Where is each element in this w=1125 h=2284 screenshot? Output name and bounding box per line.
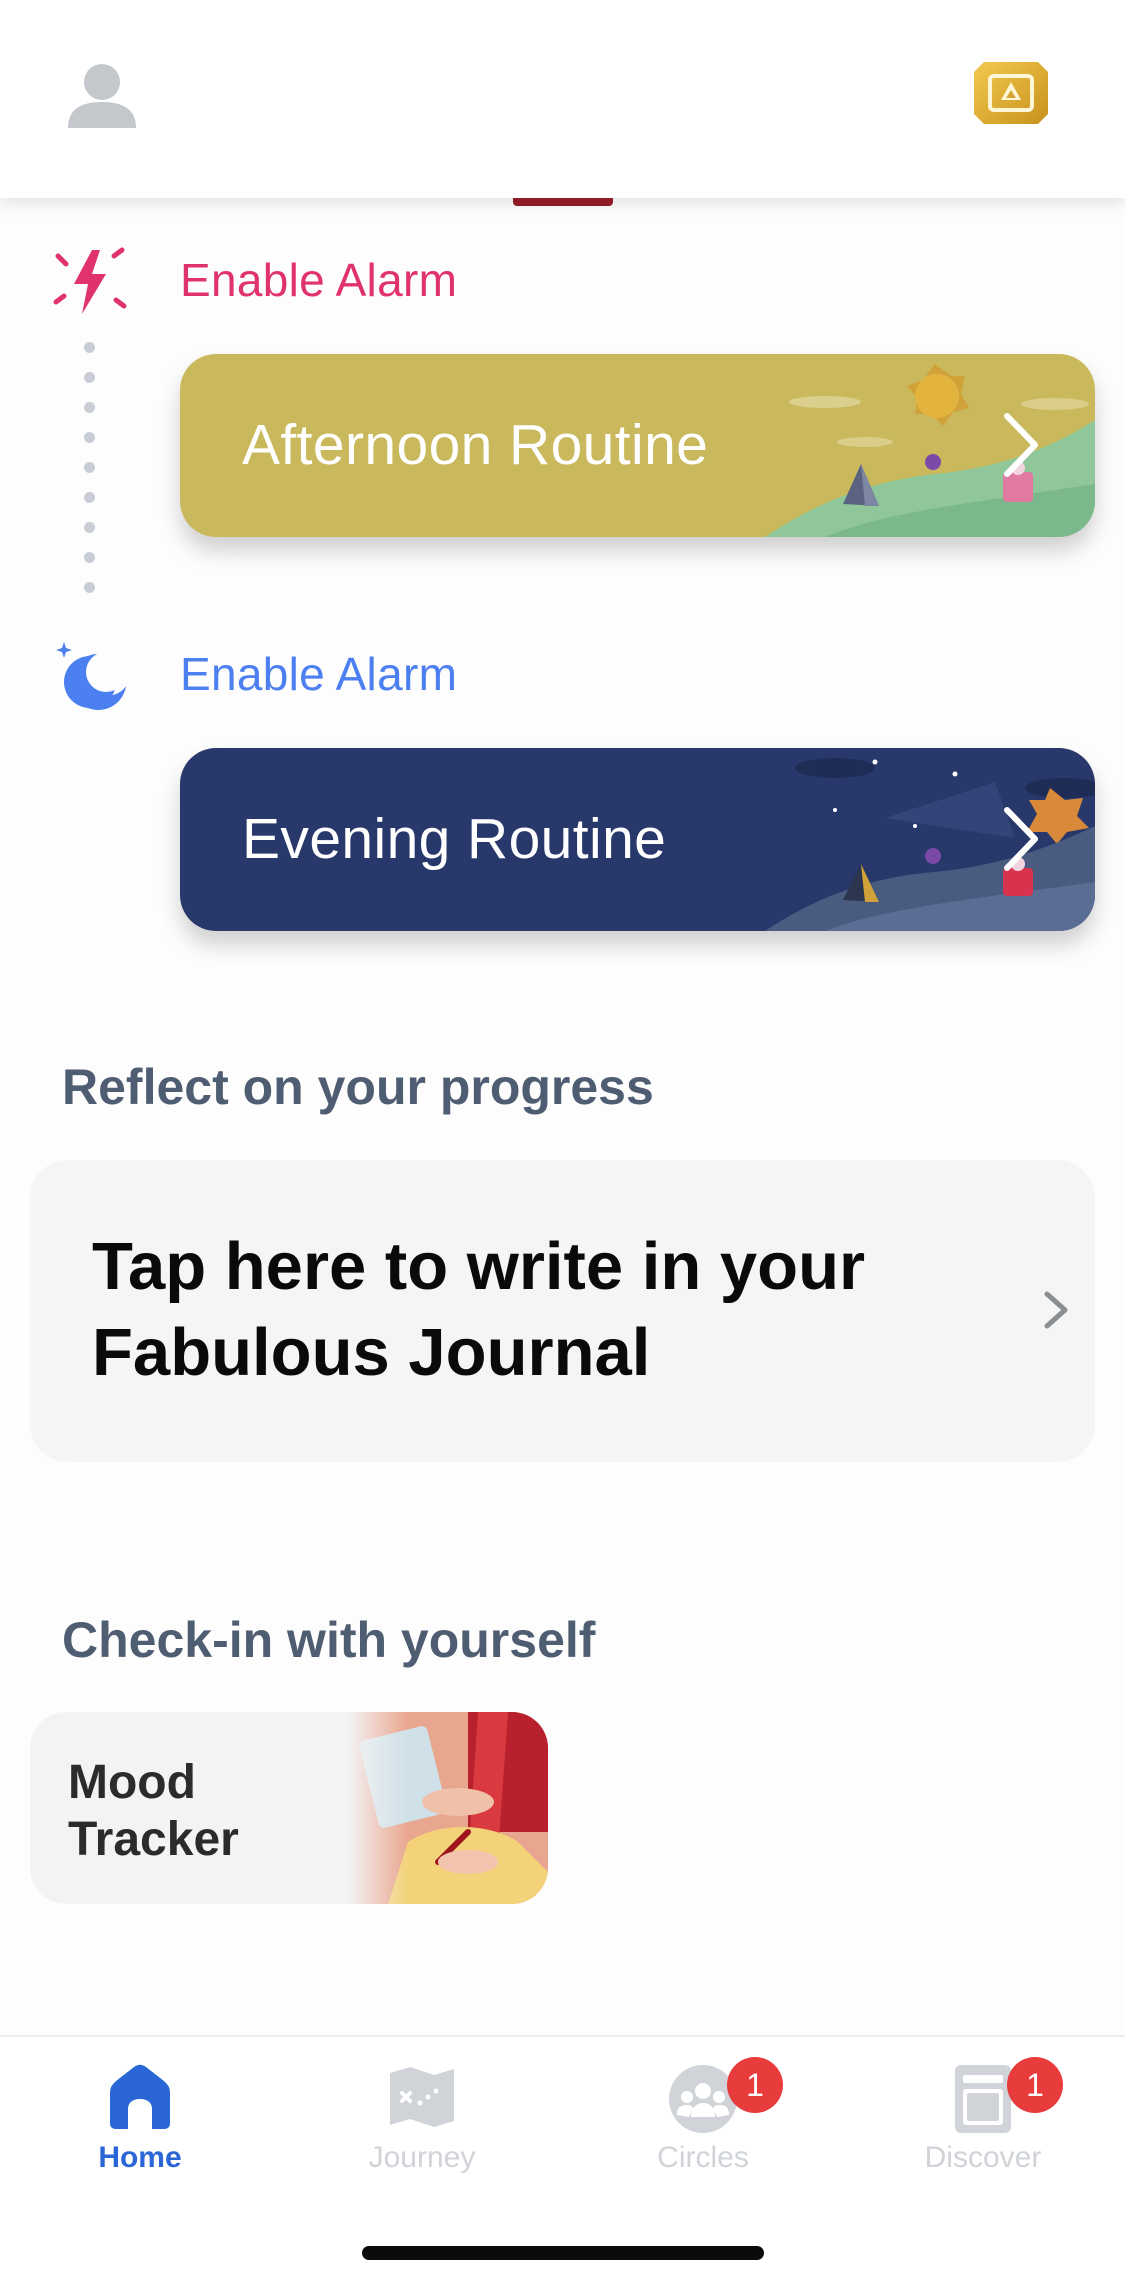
nav-home[interactable]: Home <box>40 2057 240 2187</box>
premium-button[interactable] <box>972 60 1050 126</box>
journal-card[interactable]: Tap here to write in your Fabulous Journ… <box>30 1160 1095 1462</box>
journal-prompt: Tap here to write in your Fabulous Journ… <box>92 1229 866 1390</box>
routine-title: Evening Routine <box>242 807 667 871</box>
reflect-section-title: Reflect on your progress <box>62 1059 654 1115</box>
premium-ticket-icon <box>974 62 1048 124</box>
enable-alarm-evening-button[interactable]: Enable Alarm <box>180 647 457 701</box>
top-bar <box>0 0 1125 198</box>
nav-journey[interactable]: Journey <box>322 2057 522 2187</box>
nav-circles[interactable]: Circles 1 <box>603 2057 803 2187</box>
notification-badge: 1 <box>1007 2057 1063 2113</box>
mood-tracker-card[interactable]: Mood Tracker <box>30 1712 548 1904</box>
bolt-icon <box>52 246 128 318</box>
mood-tracker-label: Mood Tracker <box>68 1756 239 1866</box>
afternoon-routine-card[interactable]: Afternoon Routine <box>180 354 1095 537</box>
nav-label: Journey <box>368 2141 476 2174</box>
map-icon <box>390 2067 454 2127</box>
moon-icon <box>54 640 130 716</box>
person-icon <box>68 64 136 128</box>
profile-button[interactable] <box>62 58 142 130</box>
nav-label: Home <box>98 2141 182 2174</box>
nav-discover[interactable]: Discover 1 <box>883 2057 1083 2187</box>
home-icon <box>110 2064 170 2129</box>
notification-badge: 1 <box>727 2057 783 2113</box>
chevron-right-icon <box>1004 413 1038 477</box>
chevron-right-icon <box>1044 1291 1068 1329</box>
routine-title: Afternoon Routine <box>242 413 709 477</box>
nav-label: Circles <box>657 2141 749 2174</box>
nav-label: Discover <box>924 2141 1042 2174</box>
home-indicator <box>362 2246 764 2260</box>
enable-alarm-afternoon-button[interactable]: Enable Alarm <box>180 253 457 307</box>
scroll-indicator <box>513 198 613 206</box>
afternoon-landscape-illustration <box>765 364 1095 537</box>
mood-tracker-illustration <box>348 1712 548 1904</box>
chevron-right-icon <box>1004 807 1038 871</box>
home-screen: Enable Alarm Afternoon Routine Enable Al… <box>0 0 1125 2284</box>
checkin-section-title: Check-in with yourself <box>62 1612 596 1668</box>
evening-landscape-illustration <box>765 758 1095 931</box>
timeline-connector <box>84 342 96 602</box>
evening-routine-card[interactable]: Evening Routine <box>180 748 1095 931</box>
